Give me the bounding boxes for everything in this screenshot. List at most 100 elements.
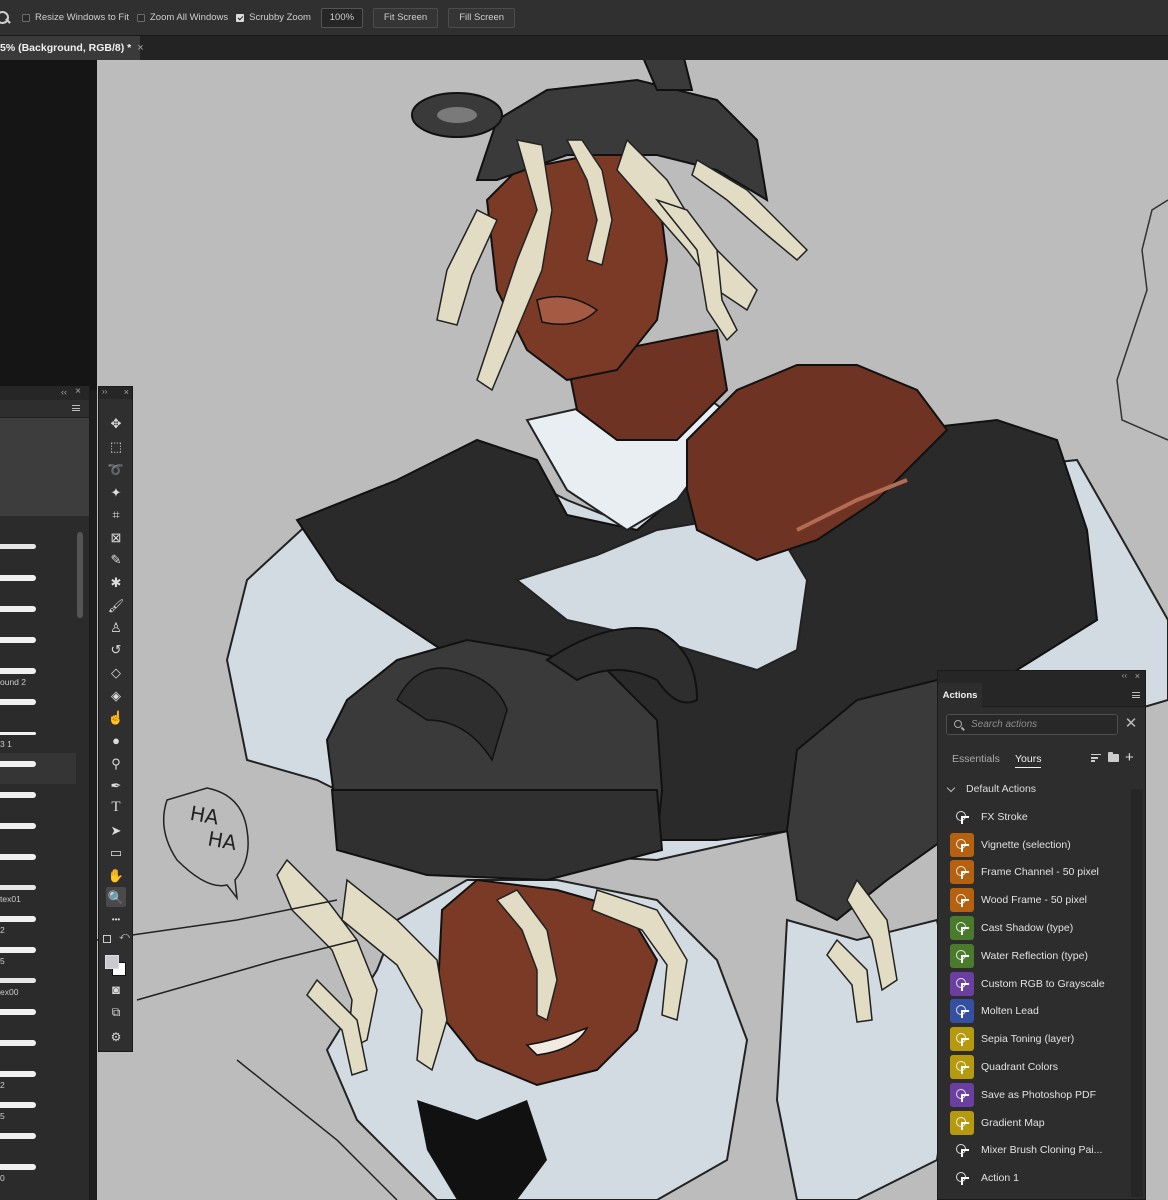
brush-preset-item[interactable] — [0, 536, 76, 567]
actions-search-input[interactable]: Search actions — [946, 714, 1118, 735]
action-item[interactable]: Gradient Map — [950, 1109, 1140, 1137]
brushes-panel-header: ‹‹ × — [0, 386, 89, 400]
brushes-close-icon[interactable]: × — [75, 386, 81, 397]
fill-screen-button[interactable]: Fill Screen — [448, 7, 516, 28]
tools-close-icon[interactable]: × — [124, 387, 129, 397]
eyedropper-tool-icon[interactable]: ✎ — [106, 549, 126, 569]
brush-tool-icon[interactable]: 🖌 — [106, 595, 126, 615]
brush-preset-item[interactable] — [0, 1125, 76, 1156]
brush-preset-item[interactable]: 5 — [0, 939, 76, 970]
clear-search-icon[interactable]: ✕ — [1124, 715, 1138, 733]
tools-expand-icon[interactable]: ›› — [102, 387, 107, 396]
quick-mask-icon[interactable]: ◙ — [106, 979, 126, 999]
speech-line-2: HA — [206, 826, 239, 856]
action-icon — [950, 1166, 974, 1190]
crop-tool-icon[interactable]: ⌗ — [106, 504, 126, 524]
brush-preset-item[interactable] — [0, 691, 76, 722]
more-tools-icon[interactable]: ••• — [106, 910, 126, 930]
brushes-collapse-icon[interactable]: ‹‹ — [61, 387, 67, 397]
move-tool-icon[interactable]: ✥ — [106, 413, 126, 433]
pen-tool-icon[interactable]: ✒ — [106, 775, 126, 795]
brush-stroke-preview — [0, 885, 36, 890]
smudge-tool-icon[interactable]: ☝ — [106, 707, 126, 727]
brush-preset-item[interactable] — [0, 629, 76, 660]
generative-icon[interactable]: ⚙ — [106, 1027, 126, 1047]
zoom-tool-icon[interactable]: 🔍 — [106, 887, 126, 907]
zoom-icon[interactable] — [0, 8, 14, 28]
action-item[interactable]: Sepia Toning (layer) — [950, 1025, 1140, 1053]
actions-menu-icon[interactable] — [1132, 692, 1140, 698]
brush-preset-item[interactable] — [0, 753, 76, 784]
dodge-tool-icon[interactable]: ● — [106, 730, 126, 750]
history-brush-tool-icon[interactable]: ↺ — [106, 639, 126, 659]
color-swatches[interactable] — [105, 955, 129, 979]
new-set-folder-icon[interactable] — [1108, 752, 1119, 762]
action-item[interactable]: FX Stroke — [950, 803, 1140, 831]
brush-preset-item[interactable]: ound 2 — [0, 660, 76, 691]
marquee-tool-icon[interactable]: ⬚ — [106, 436, 126, 456]
scrubby-zoom-checkbox[interactable]: Scrubby Zoom — [236, 12, 311, 23]
brush-preset-item[interactable] — [0, 1001, 76, 1032]
default-colors-icon[interactable] — [103, 935, 111, 943]
type-tool-icon[interactable]: T — [106, 797, 126, 817]
zoom-all-windows-checkbox[interactable]: Zoom All Windows — [136, 12, 228, 23]
brush-preset-item[interactable] — [0, 567, 76, 598]
brush-preset-item[interactable]: 0 — [0, 1156, 76, 1187]
healing-brush-tool-icon[interactable]: ✱ — [106, 572, 126, 592]
rectangle-tool-icon[interactable]: ▭ — [106, 842, 126, 862]
brushes-menu-icon[interactable] — [72, 405, 80, 411]
brush-preset-item[interactable]: 5 — [0, 1094, 76, 1125]
eraser-tool-icon[interactable]: ◇ — [106, 662, 126, 682]
new-action-icon[interactable]: + — [1125, 749, 1134, 766]
action-item[interactable]: Save as Photoshop PDF — [950, 1081, 1140, 1109]
brush-preset-item[interactable]: 3 1 — [0, 722, 76, 753]
action-item[interactable]: Wood Frame - 50 pixel — [950, 886, 1140, 914]
fit-screen-button[interactable]: Fit Screen — [372, 7, 439, 28]
swap-colors-icon[interactable]: ⤺ — [119, 931, 130, 942]
paint-bucket-tool-icon[interactable]: ◈ — [106, 685, 126, 705]
clone-stamp-tool-icon[interactable]: ♙ — [106, 617, 126, 637]
action-item[interactable]: Molten Lead — [950, 998, 1140, 1026]
brush-preset-item[interactable] — [0, 846, 76, 877]
action-item[interactable]: Custom RGB to Grayscale — [950, 970, 1140, 998]
lasso-tool-icon[interactable]: ➰ — [106, 459, 126, 479]
document-close-icon[interactable]: × — [137, 42, 143, 54]
chevron-down-icon[interactable] — [946, 783, 956, 792]
screen-mode-icon[interactable]: ⧉ — [106, 1002, 126, 1022]
foreground-color-swatch[interactable] — [105, 955, 119, 969]
zoom-percentage-button[interactable]: 100% — [320, 7, 363, 28]
brush-preset-item[interactable]: 2 — [0, 1063, 76, 1094]
scrubby-zoom-box[interactable] — [236, 13, 245, 22]
resize-windows-box[interactable] — [22, 13, 30, 22]
magic-wand-tool-icon[interactable]: ✦ — [106, 482, 126, 502]
frame-tool-icon[interactable]: ⊠ — [106, 527, 126, 547]
action-item[interactable]: Quadrant Colors — [950, 1053, 1140, 1081]
document-tab[interactable]: 5% (Background, RGB/8) * × — [0, 36, 144, 60]
sort-icon[interactable] — [1091, 754, 1101, 762]
brush-preset-item[interactable] — [0, 598, 76, 629]
actions-tab[interactable]: Actions — [938, 683, 982, 707]
actions-collapse-icon[interactable]: ‹‹ — [1122, 671, 1127, 680]
resize-windows-checkbox[interactable]: Resize Windows to Fit — [22, 12, 129, 23]
action-item[interactable]: Action 1 — [950, 1164, 1140, 1192]
brush-preset-item[interactable] — [0, 815, 76, 846]
action-item[interactable]: Cast Shadow (type) — [950, 914, 1140, 942]
path-selection-tool-icon[interactable]: ➤ — [106, 820, 126, 840]
brush-preset-item[interactable]: 2 — [0, 908, 76, 939]
zoom-all-windows-box[interactable] — [136, 13, 145, 22]
brush-preset-item[interactable]: tex01 — [0, 877, 76, 908]
actions-close-icon[interactable]: × — [1135, 671, 1140, 681]
action-set-default[interactable]: Default Actions — [946, 783, 1036, 795]
brush-preset-item[interactable] — [0, 1032, 76, 1063]
hand-tool-icon[interactable]: ✋ — [106, 865, 126, 885]
action-item[interactable]: Water Reflection (type) — [950, 942, 1140, 970]
brush-preset-item[interactable] — [0, 784, 76, 815]
tab-essentials[interactable]: Essentials — [952, 753, 1000, 765]
tab-yours[interactable]: Yours — [1015, 753, 1042, 768]
action-item[interactable]: Frame Channel - 50 pixel — [950, 859, 1140, 887]
action-item[interactable]: Mixer Brush Cloning Pai... — [950, 1137, 1140, 1165]
brush-preset-item[interactable]: ex00 — [0, 970, 76, 1001]
brushes-scrollbar[interactable] — [77, 532, 83, 618]
action-item[interactable]: Vignette (selection) — [950, 831, 1140, 859]
burn-tool-icon[interactable]: ⚲ — [106, 753, 126, 773]
